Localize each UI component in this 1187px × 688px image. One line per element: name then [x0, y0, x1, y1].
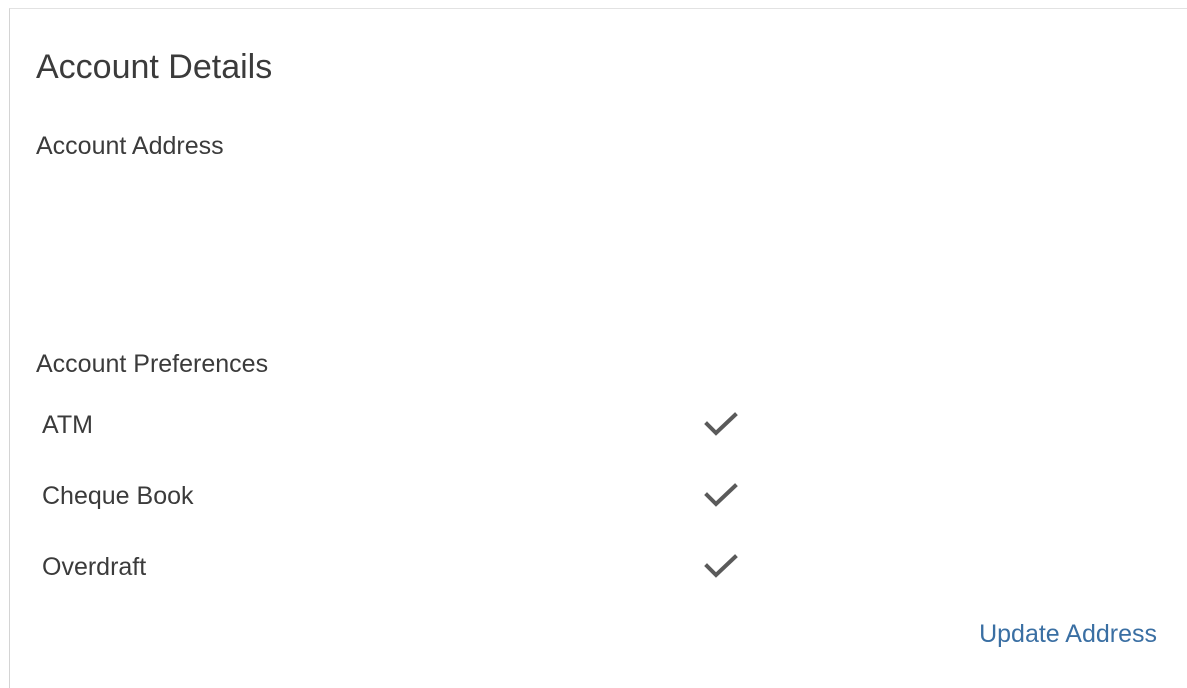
account-address-label: Account Address [36, 132, 224, 160]
preference-label: ATM [42, 411, 93, 439]
preferences-list: ATM Cheque Book Overdraft [42, 405, 762, 618]
account-preferences-label: Account Preferences [36, 350, 269, 378]
preference-label: Overdraft [42, 553, 147, 581]
update-address-link[interactable]: Update Address [979, 619, 1157, 649]
checkmark-icon [704, 482, 738, 508]
checkmark-icon [704, 411, 738, 437]
preference-label: Cheque Book [42, 482, 194, 510]
preference-row-atm: ATM [42, 405, 762, 476]
preference-row-cheque-book: Cheque Book [42, 476, 762, 547]
account-details-panel: Account Details Account Address Account … [9, 8, 1187, 688]
preference-row-overdraft: Overdraft [42, 547, 762, 618]
page-title: Account Details [36, 48, 273, 86]
checkmark-icon [704, 553, 738, 579]
